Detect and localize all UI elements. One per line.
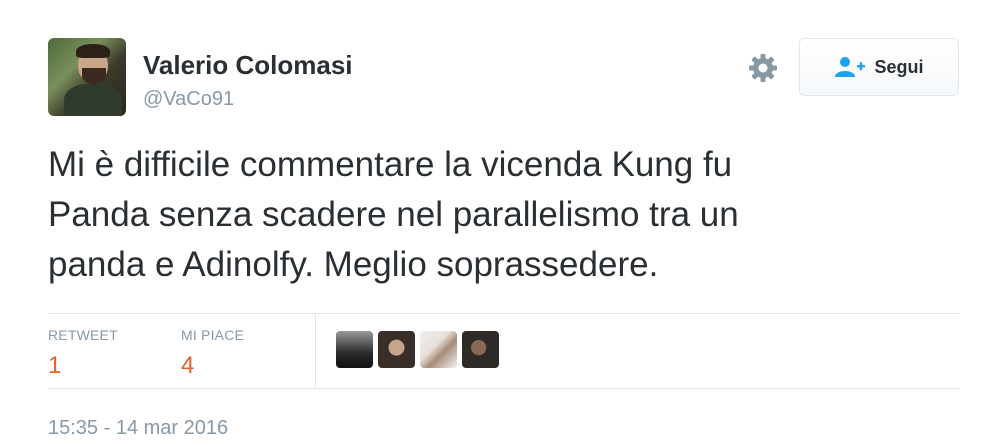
tweet-timestamp[interactable]: 15:35 - 14 mar 2016 [48,417,228,440]
user-avatar[interactable] [48,38,126,116]
follow-button[interactable]: Segui [799,38,959,96]
liker-avatar[interactable] [462,331,499,368]
liker-avatar[interactable] [378,331,415,368]
avatar-beard-shape [82,68,106,84]
stats-bottom-divider [48,388,960,389]
user-handle[interactable]: @VaCo91 [143,88,234,111]
tweet-text-line: panda e Adinolfy. Meglio soprassedere. [48,245,659,284]
add-user-icon [835,57,866,77]
likes-count[interactable]: 4 [181,352,194,380]
stats-vertical-divider [315,314,316,388]
user-display-name[interactable]: Valerio Colomasi [143,50,353,81]
tweet-text-line: Panda senza scadere nel parallelismo tra… [48,195,739,234]
liker-avatar[interactable] [336,331,373,368]
retweet-count[interactable]: 1 [48,352,61,380]
liker-avatar[interactable] [420,331,457,368]
follow-button-label: Segui [874,56,924,77]
gear-icon[interactable] [747,52,779,84]
likes-label[interactable]: MI PIACE [181,327,244,343]
likers-avatar-list [336,331,499,368]
tweet-text: Mi è difficile commentare la vicenda Kun… [48,140,948,290]
retweet-label[interactable]: RETWEET [48,327,118,343]
avatar-body-shape [64,84,122,116]
tweet-text-line: Mi è difficile commentare la vicenda Kun… [48,145,733,184]
avatar-hair-shape [76,44,110,58]
stats-top-divider [48,313,960,314]
